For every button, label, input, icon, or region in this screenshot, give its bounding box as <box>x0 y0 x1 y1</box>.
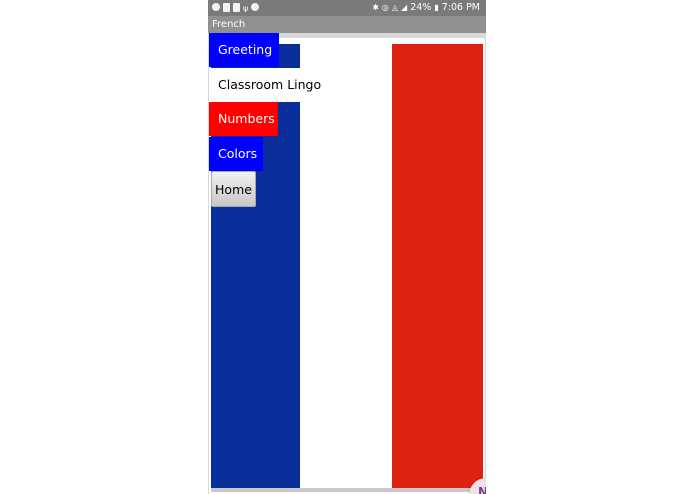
camera-icon <box>251 3 260 11</box>
notification-icon <box>223 3 230 12</box>
numbers-button[interactable]: Numbers <box>209 102 278 136</box>
greeting-button[interactable]: Greeting <box>209 33 279 67</box>
clock: 7:06 PM <box>441 2 480 13</box>
signal-icon: ◢ <box>401 3 408 12</box>
usb-icon: ψ <box>243 4 249 13</box>
onenote-icon: N <box>478 485 486 494</box>
clipboard-icon <box>233 3 240 12</box>
flag-white-stripe <box>300 44 392 490</box>
classroom-lingo-button-label: Classroom Lingo <box>218 77 322 92</box>
battery-icon: ▮ <box>434 3 439 12</box>
phone-screen: ψ ✱ ◎ ◬ ◢ 24% ▮ 7:06 PM French Greeting … <box>208 0 486 494</box>
spotify-icon <box>212 3 220 11</box>
flag-red-stripe <box>392 44 483 490</box>
wifi-icon: ◬ <box>391 3 399 12</box>
battery-percent: 24% <box>410 2 432 13</box>
numbers-button-label: Numbers <box>218 111 275 126</box>
status-bar: ψ ✱ ◎ ◬ ◢ 24% ▮ 7:06 PM <box>208 0 486 16</box>
home-button[interactable]: Home <box>211 171 256 207</box>
bluetooth-icon: ✱ <box>372 3 379 12</box>
colors-button-label: Colors <box>218 146 258 161</box>
alarm-icon: ◎ <box>381 3 389 12</box>
home-button-label: Home <box>215 182 252 197</box>
greeting-button-label: Greeting <box>218 42 273 57</box>
colors-button[interactable]: Colors <box>209 137 263 171</box>
app-title-bar: French <box>208 16 486 33</box>
page-title: French <box>212 19 246 30</box>
flag-bottom-edge <box>211 488 483 492</box>
status-right-icons: ✱ ◎ ◬ ◢ 24% ▮ 7:06 PM <box>372 2 480 14</box>
status-left-icons: ψ <box>212 3 260 15</box>
classroom-lingo-button[interactable]: Classroom Lingo <box>209 68 321 102</box>
content-area: Greeting Classroom Lingo Numbers Colors … <box>209 33 486 494</box>
